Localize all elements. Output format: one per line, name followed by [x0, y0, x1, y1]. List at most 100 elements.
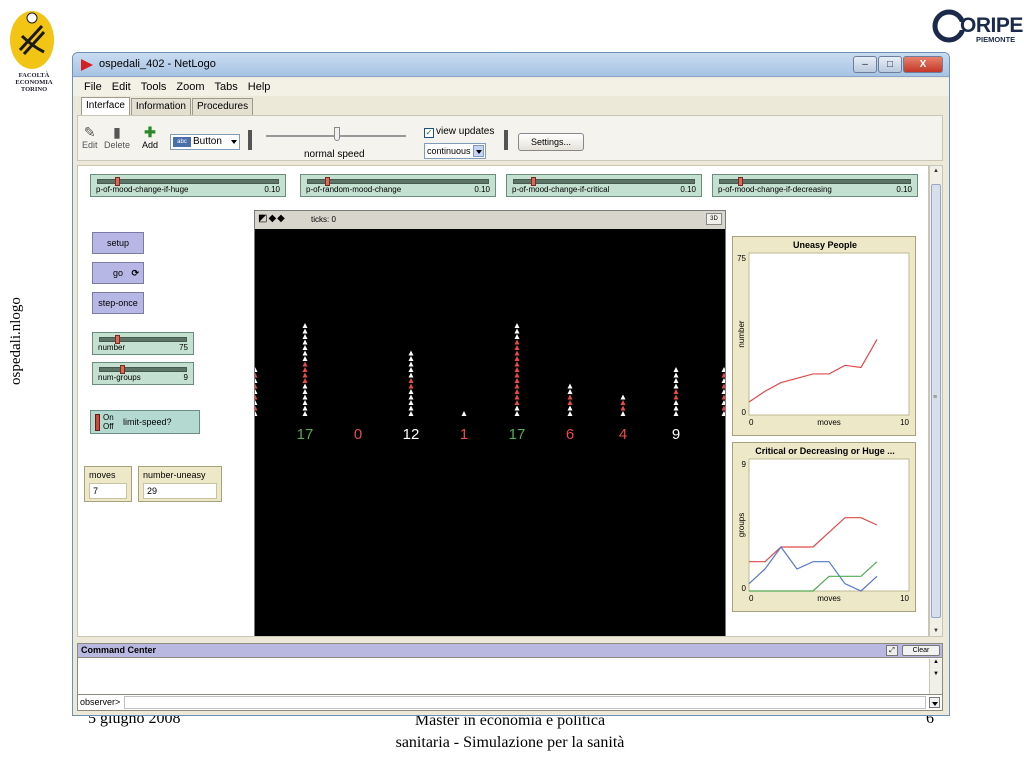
tab-information[interactable]: Information: [130, 98, 191, 115]
slider-p-of-mood-change-if-decreasing[interactable]: p-of-mood-change-if-decreasing 0.10: [712, 174, 918, 197]
3d-view-button[interactable]: 3D: [706, 213, 722, 225]
agent-turtle: [721, 367, 725, 372]
menu-zoom[interactable]: Zoom: [171, 78, 209, 96]
slider-p-of-mood-change-if-critical[interactable]: p-of-mood-change-if-critical 0.10: [506, 174, 702, 197]
tab-procedures[interactable]: Procedures: [191, 98, 254, 115]
slider-num-groups[interactable]: num-groups 9: [92, 362, 194, 385]
agent-turtle: [514, 411, 520, 416]
maximize-icon[interactable]: ⤢: [886, 645, 898, 656]
agent-turtle: [673, 400, 679, 405]
agent-turtle: [408, 394, 414, 400]
agent-turtle: [567, 389, 573, 394]
x-tick-label: 0: [749, 418, 754, 427]
output-scrollbar[interactable]: ▲ ▼: [929, 659, 942, 695]
title-bar[interactable]: ospedali_402 - NetLogo – □ X: [73, 53, 949, 77]
agent-turtle: [514, 323, 520, 328]
agent-turtle: [514, 334, 520, 339]
minimize-button[interactable]: –: [853, 56, 877, 73]
interface-scrollbar[interactable]: ▲ ≡ ▼: [929, 165, 943, 637]
agent-turtle: [302, 350, 308, 356]
agent-turtle: [461, 411, 467, 416]
checkmark-icon: ✓: [424, 128, 434, 138]
step-once-button[interactable]: step-once: [92, 292, 144, 314]
go-button[interactable]: go ⟳: [92, 262, 144, 284]
slider-p-of-random-mood-change[interactable]: p-of-random-mood-change 0.10: [300, 174, 496, 197]
agent-turtle: [408, 350, 414, 356]
group-size-label: 4: [619, 426, 627, 443]
agent-turtle: [302, 405, 308, 411]
agent-turtle: [673, 367, 679, 372]
agent-turtle: [302, 367, 308, 372]
tab-interface[interactable]: Interface: [81, 97, 130, 115]
agent-turtle: [514, 378, 520, 383]
switch-lever[interactable]: [95, 414, 100, 431]
world-canvas[interactable]: 170121176499: [255, 229, 725, 637]
view-controls-icon[interactable]: ◩◆◆: [258, 213, 286, 225]
chevron-down-icon: [473, 145, 484, 157]
edit-tool[interactable]: ✎ Edit: [82, 124, 98, 150]
chevron-down-icon: [231, 140, 237, 144]
add-tool[interactable]: ✚ Add: [142, 124, 158, 150]
agent-turtle: [721, 389, 725, 394]
agent-turtle: [302, 334, 308, 339]
y-tick-label: 0: [742, 584, 747, 593]
tab-bar: Interface Information Procedures: [73, 97, 949, 115]
speed-slider-knob[interactable]: [334, 127, 340, 141]
setup-button[interactable]: setup: [92, 232, 144, 254]
agent-turtle: [408, 361, 414, 367]
plus-icon: ✚: [144, 124, 156, 140]
agent-turtle: [302, 411, 308, 416]
side-filename: ospedali.nlogo: [8, 297, 24, 385]
limit-speed-switch[interactable]: On Off limit-speed?: [90, 410, 200, 434]
agent-turtle: [255, 411, 258, 416]
agent-turtle: [620, 400, 626, 405]
slider-number[interactable]: number 75: [92, 332, 194, 355]
view-updates-checkbox[interactable]: ✓ view updates: [424, 126, 494, 138]
agent-turtle: [514, 345, 520, 350]
group-size-label: 17: [509, 426, 526, 443]
delete-tool[interactable]: ▮ Delete: [104, 124, 130, 150]
speed-label: normal speed: [304, 149, 365, 160]
agent-turtle: [567, 394, 573, 400]
agent-turtle: [255, 405, 258, 411]
trash-icon: ▮: [113, 124, 121, 140]
plot-uneasy-people: Uneasy People 75 0 0 10 moves number: [732, 236, 916, 436]
command-input[interactable]: [124, 696, 926, 709]
plot-uneasy-people-canvas: Uneasy People 75 00 10 moves number: [737, 240, 910, 427]
scroll-up-icon[interactable]: ▲: [933, 168, 939, 174]
agent-selector[interactable]: observer>: [80, 697, 120, 707]
menu-file[interactable]: File: [79, 78, 107, 96]
menu-tools[interactable]: Tools: [136, 78, 172, 96]
clear-button[interactable]: Clear: [902, 645, 940, 656]
x-tick-label: 0: [749, 594, 754, 603]
agent-turtle: [514, 389, 520, 394]
agent-turtle: [673, 394, 679, 400]
grip-icon: ≡: [933, 394, 938, 401]
faculty-logo: FACOLTÀ ECONOMIA TORINO: [6, 6, 62, 98]
menu-tabs[interactable]: Tabs: [210, 78, 243, 96]
agent-turtle: [302, 323, 308, 328]
agent-turtle: [302, 361, 308, 367]
update-mode-select[interactable]: continuous: [424, 143, 486, 159]
agent-turtle: [514, 328, 520, 334]
x-tick-label: 10: [900, 418, 909, 427]
menu-edit[interactable]: Edit: [107, 78, 136, 96]
history-dropdown[interactable]: [929, 697, 940, 708]
close-button[interactable]: X: [903, 56, 943, 73]
agent-turtle: [408, 367, 414, 372]
menu-help[interactable]: Help: [243, 78, 276, 96]
scroll-thumb[interactable]: [931, 184, 941, 618]
plot-title: Uneasy People: [793, 240, 857, 250]
command-output: [78, 659, 930, 695]
agent-turtle: [255, 372, 258, 378]
settings-button[interactable]: Settings...: [518, 133, 584, 151]
maximize-button[interactable]: □: [878, 56, 902, 73]
agent-turtle: [721, 405, 725, 411]
slider-p-of-mood-change-if-huge[interactable]: p-of-mood-change-if-huge 0.10: [90, 174, 286, 197]
agent-turtle: [302, 383, 308, 389]
menu-bar: File Edit Tools Zoom Tabs Help: [73, 78, 949, 96]
scroll-down-icon[interactable]: ▼: [933, 628, 939, 634]
agent-turtle: [673, 389, 679, 394]
agent-turtle: [673, 378, 679, 383]
widget-type-select[interactable]: abc Button: [170, 134, 240, 150]
